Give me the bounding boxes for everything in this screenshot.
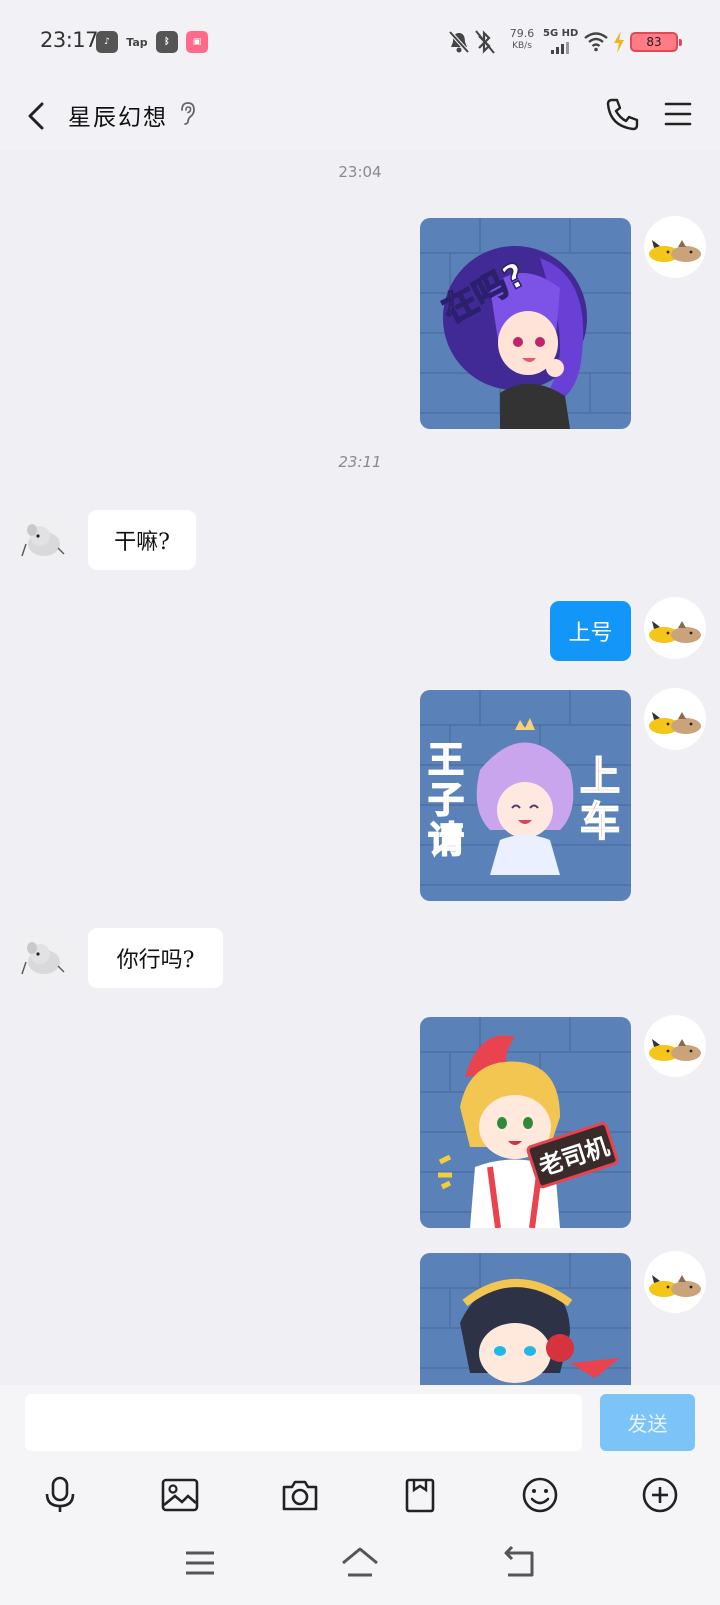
sticker-message[interactable]: 在吗? (420, 218, 631, 429)
wifi-icon (584, 32, 608, 52)
ear-icon[interactable] (176, 100, 198, 126)
chat-header: 星辰幻想 (0, 84, 720, 150)
message-bubble[interactable]: 干嘛? (88, 510, 196, 570)
avatar[interactable] (644, 597, 706, 659)
chat-title[interactable]: 星辰幻想 (68, 98, 168, 132)
sticker-message[interactable]: 老司机 (420, 1017, 631, 1228)
status-time: 23:17 (40, 28, 99, 52)
taptap-icon: Tap (126, 35, 148, 49)
timestamp: 23:11 (338, 453, 382, 471)
tiktok-icon: ♪ (96, 31, 118, 53)
avatar[interactable] (644, 1251, 706, 1313)
phone-icon[interactable] (602, 94, 642, 134)
bluetooth-app-icon: ᛒ (156, 31, 178, 53)
timestamp: 23:04 (338, 163, 382, 181)
sticker-caption: 子 (428, 780, 464, 821)
net-speed-unit: KB/s (512, 41, 532, 51)
avatar[interactable] (644, 216, 706, 278)
sticker-caption: 王 (428, 740, 464, 781)
system-nav-bar (0, 1515, 720, 1605)
signal-icon (551, 42, 569, 54)
status-bar: 23:17 ♪ Tap ᛒ ▣ 79.6 KB/s 5G HD 83 (0, 0, 720, 84)
menu-icon[interactable] (658, 94, 698, 134)
input-bar: 发送 (0, 1385, 720, 1605)
battery-indicator: 83 (630, 32, 682, 52)
mute-icon (448, 30, 470, 54)
sticker-caption: 车 (580, 799, 620, 845)
net-speed-value: 79.6 (509, 27, 535, 40)
avatar[interactable] (644, 688, 706, 750)
home-icon[interactable] (338, 1543, 382, 1583)
back-icon[interactable] (498, 1543, 542, 1583)
chat-messages[interactable]: 23:04 在吗? 23:11 干嘛? 上号 王 子 请 上 车 你行吗? 老司… (0, 150, 720, 1385)
net-speed: 79.6 KB/s (507, 27, 537, 53)
send-button[interactable]: 发送 (600, 1394, 695, 1451)
sticker-caption: 请 (428, 820, 464, 861)
charging-icon (614, 31, 624, 53)
avatar[interactable] (14, 506, 76, 568)
avatar[interactable] (14, 924, 76, 986)
avatar[interactable] (644, 1015, 706, 1077)
message-bubble[interactable]: 你行吗? (88, 928, 223, 988)
sticker-message[interactable] (420, 1253, 631, 1385)
network-type: 5G HD (543, 28, 579, 39)
message-bubble[interactable]: 上号 (550, 601, 631, 661)
message-input[interactable] (25, 1394, 582, 1451)
bluetooth-icon (475, 30, 495, 54)
bilibili-icon: ▣ (186, 31, 208, 53)
menu-icon[interactable] (178, 1543, 222, 1583)
sticker-message[interactable]: 王 子 请 上 车 (420, 690, 631, 901)
battery-level: 83 (646, 35, 662, 49)
sticker-caption: 上 (580, 754, 620, 800)
back-icon[interactable] (20, 94, 60, 138)
